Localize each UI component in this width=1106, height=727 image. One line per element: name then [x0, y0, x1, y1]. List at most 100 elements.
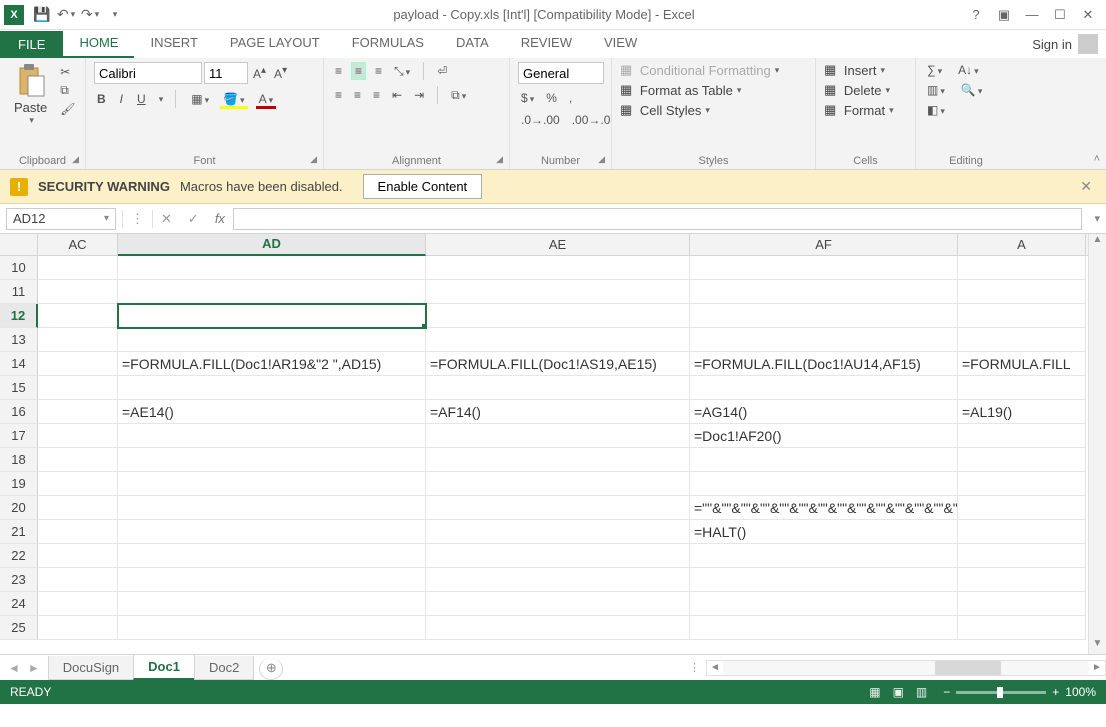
cell-AG14[interactable]: =FORMULA.FILL [958, 352, 1086, 376]
align-top-icon[interactable]: ≡ [332, 63, 345, 79]
merge-center-icon[interactable]: ⧉▾ [448, 87, 469, 104]
clipboard-launcher-icon[interactable]: ◢ [72, 154, 79, 165]
cell-AE19[interactable] [426, 472, 690, 496]
format-cells-button[interactable]: ▦ Format▾ [824, 102, 894, 118]
split-handle-icon[interactable]: ⋮ [683, 661, 706, 674]
cell-AD24[interactable] [118, 592, 426, 616]
cell-AC19[interactable] [38, 472, 118, 496]
row-header-18[interactable]: 18 [0, 448, 38, 472]
formula-input[interactable] [233, 208, 1083, 230]
cell-AF15[interactable] [690, 376, 958, 400]
cell-AF19[interactable] [690, 472, 958, 496]
cell-AG25[interactable] [958, 616, 1086, 640]
fill-icon[interactable]: ▥▾ [924, 82, 948, 98]
redo-icon[interactable]: ↷▾ [79, 4, 101, 26]
format-as-table-button[interactable]: ▦ Format as Table▾ [620, 82, 741, 98]
fx-icon[interactable]: fx [207, 211, 233, 226]
paste-button[interactable]: Paste ▾ [8, 62, 53, 128]
zoom-level[interactable]: 100% [1065, 685, 1096, 699]
minimize-icon[interactable]: — [1018, 4, 1046, 26]
row-header-22[interactable]: 22 [0, 544, 38, 568]
cell-AF16[interactable]: =AG14() [690, 400, 958, 424]
increase-decimal-icon[interactable]: .0→.00 [518, 112, 563, 128]
decrease-font-icon[interactable]: A▾ [271, 64, 290, 82]
cell-AC13[interactable] [38, 328, 118, 352]
cell-AD10[interactable] [118, 256, 426, 280]
row-header-14[interactable]: 14 [0, 352, 38, 376]
row-header-20[interactable]: 20 [0, 496, 38, 520]
autosum-icon[interactable]: ∑▾ [924, 62, 945, 78]
close-icon[interactable]: ✕ [1074, 4, 1102, 26]
cell-AG21[interactable] [958, 520, 1086, 544]
select-all-corner[interactable] [0, 234, 38, 255]
increase-indent-icon[interactable]: ⇥ [411, 87, 427, 103]
number-format-select[interactable] [518, 62, 604, 84]
enter-formula-icon[interactable]: ✓ [180, 211, 207, 227]
underline-button[interactable]: U [134, 91, 149, 107]
cell-AD15[interactable] [118, 376, 426, 400]
cell-AD20[interactable] [118, 496, 426, 520]
sort-filter-icon[interactable]: A↓▾ [955, 62, 982, 78]
zoom-slider[interactable] [956, 691, 1046, 694]
save-icon[interactable]: 💾 [31, 4, 53, 26]
sheet-tab-doc1[interactable]: Doc1 [133, 655, 195, 680]
conditional-formatting-button[interactable]: ▦ Conditional Formatting▾ [620, 62, 779, 78]
page-break-view-icon[interactable]: ▥ [910, 685, 933, 699]
cell-AG16[interactable]: =AL19() [958, 400, 1086, 424]
alignment-launcher-icon[interactable]: ◢ [496, 154, 503, 165]
decrease-decimal-icon[interactable]: .00→.0 [569, 112, 614, 128]
cell-AE17[interactable] [426, 424, 690, 448]
cell-AC11[interactable] [38, 280, 118, 304]
cell-AD25[interactable] [118, 616, 426, 640]
row-header-24[interactable]: 24 [0, 592, 38, 616]
cell-AC14[interactable] [38, 352, 118, 376]
cell-AC10[interactable] [38, 256, 118, 280]
namebox-menu-icon[interactable]: ⋮ [123, 211, 152, 227]
cell-AC23[interactable] [38, 568, 118, 592]
cell-AE24[interactable] [426, 592, 690, 616]
cell-AG18[interactable] [958, 448, 1086, 472]
cell-AF17[interactable]: =Doc1!AF20() [690, 424, 958, 448]
clear-icon[interactable]: ◧▾ [924, 102, 948, 118]
tab-file[interactable]: FILE [0, 31, 63, 58]
format-painter-icon[interactable]: 🖌 [57, 101, 78, 117]
cell-AD16[interactable]: =AE14() [118, 400, 426, 424]
fill-color-icon[interactable]: 🪣▾ [220, 91, 247, 107]
cell-styles-button[interactable]: ▦ Cell Styles▾ [620, 102, 710, 118]
cell-AE18[interactable] [426, 448, 690, 472]
cell-AF24[interactable] [690, 592, 958, 616]
comma-format-icon[interactable]: , [566, 90, 575, 106]
delete-cells-button[interactable]: ▦ Delete▾ [824, 82, 890, 98]
column-header-AF[interactable]: AF [690, 234, 958, 255]
page-layout-view-icon[interactable]: ▣ [887, 685, 910, 699]
column-header-AG[interactable]: A [958, 234, 1086, 255]
tab-data[interactable]: DATA [440, 29, 505, 58]
cell-AF13[interactable] [690, 328, 958, 352]
cell-AF10[interactable] [690, 256, 958, 280]
expand-formula-bar-icon[interactable]: ▾ [1088, 212, 1106, 225]
sheet-nav-next-icon[interactable]: ► [26, 661, 42, 675]
borders-icon[interactable]: ▦▾ [188, 91, 212, 107]
cell-AF14[interactable]: =FORMULA.FILL(Doc1!AU14,AF15) [690, 352, 958, 376]
cell-AE12[interactable] [426, 304, 690, 328]
undo-icon[interactable]: ↶▾ [55, 4, 77, 26]
insert-cells-button[interactable]: ▦ Insert▾ [824, 62, 885, 78]
cell-AD11[interactable] [118, 280, 426, 304]
row-header-10[interactable]: 10 [0, 256, 38, 280]
row-header-21[interactable]: 21 [0, 520, 38, 544]
cell-AF18[interactable] [690, 448, 958, 472]
cell-AG19[interactable] [958, 472, 1086, 496]
cell-AG20[interactable] [958, 496, 1086, 520]
align-bottom-icon[interactable]: ≡ [372, 63, 385, 79]
row-header-25[interactable]: 25 [0, 616, 38, 640]
bold-button[interactable]: B [94, 91, 109, 107]
enable-content-button[interactable]: Enable Content [363, 174, 483, 199]
cell-AD14[interactable]: =FORMULA.FILL(Doc1!AR19&"2 ",AD15) [118, 352, 426, 376]
tab-formulas[interactable]: FORMULAS [336, 29, 440, 58]
cell-AE10[interactable] [426, 256, 690, 280]
cell-AD13[interactable] [118, 328, 426, 352]
cell-AE16[interactable]: =AF14() [426, 400, 690, 424]
name-box[interactable]: AD12▾ [6, 208, 116, 230]
row-header-17[interactable]: 17 [0, 424, 38, 448]
cancel-formula-icon[interactable]: ✕ [153, 211, 180, 227]
